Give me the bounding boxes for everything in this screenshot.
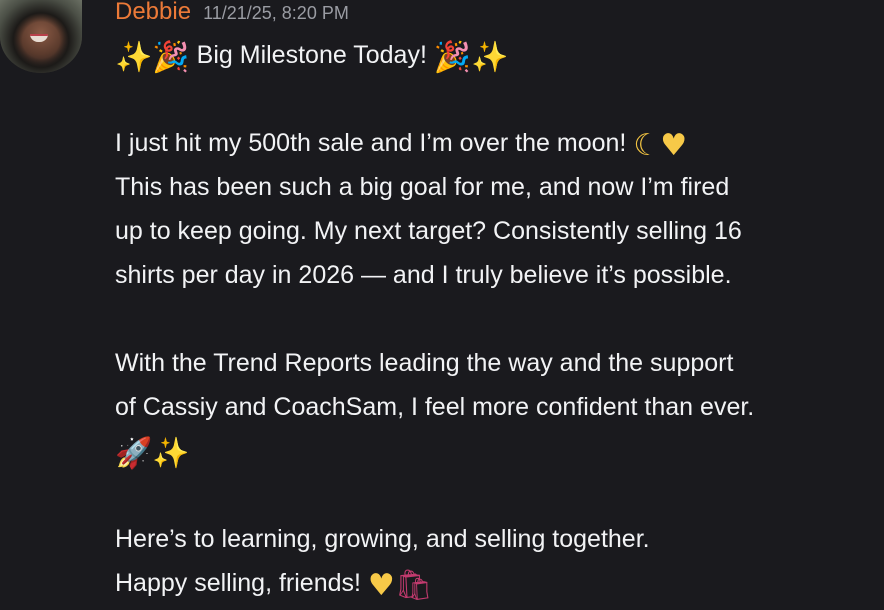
crescent-moon-icon: ☾ xyxy=(633,128,661,163)
message-header: Debbie 11/21/25, 8:20 PM xyxy=(115,0,349,28)
message-text: I just hit my 500th sale and I’m over th… xyxy=(115,129,627,157)
avatar[interactable] xyxy=(0,0,82,73)
message-text: of Cassiy and CoachSam, I feel more conf… xyxy=(115,393,755,421)
yellow-heart-icon: ♥ xyxy=(660,128,688,163)
message-text: up to keep going. My next target? Consis… xyxy=(115,217,742,245)
sparkles-icon: ✨ xyxy=(152,436,190,471)
yellow-heart-icon: ♥ xyxy=(367,568,395,603)
shopping-bags-icon: 🛍 xyxy=(394,568,433,603)
message-line: up to keep going. My next target? Consis… xyxy=(115,209,880,253)
message-title-line: ✨🎉 Big Milestone Today! 🎉✨ xyxy=(115,33,880,77)
message-line: With the Trend Reports leading the way a… xyxy=(115,341,880,385)
message-title: Big Milestone Today! xyxy=(196,41,427,69)
message-line: This has been such a big goal for me, an… xyxy=(115,165,880,209)
sparkles-icon: ✨ xyxy=(115,40,153,75)
message-line: 🚀✨ xyxy=(115,429,880,473)
timestamp[interactable]: 11/21/25, 8:20 PM xyxy=(203,1,349,25)
message-line: of Cassiy and CoachSam, I feel more conf… xyxy=(115,385,880,429)
username[interactable]: Debbie xyxy=(115,0,191,24)
message-text: shirts per day in 2026 — and I truly bel… xyxy=(115,261,732,289)
message-line: shirts per day in 2026 — and I truly bel… xyxy=(115,253,880,297)
message-text: This has been such a big goal for me, an… xyxy=(115,173,730,201)
party-popper-icon: 🎉 xyxy=(152,40,190,75)
message-line: I just hit my 500th sale and I’m over th… xyxy=(115,121,880,165)
message-text: Happy selling, friends! xyxy=(115,569,361,597)
message-text: With the Trend Reports leading the way a… xyxy=(115,349,734,377)
rocket-icon: 🚀 xyxy=(115,436,153,471)
sparkles-icon: ✨ xyxy=(471,40,509,75)
message-text: Here’s to learning, growing, and selling… xyxy=(115,525,650,553)
message-line: Here’s to learning, growing, and selling… xyxy=(115,517,880,561)
message-line: Happy selling, friends! ♥🛍 xyxy=(115,561,880,605)
party-popper-icon: 🎉 xyxy=(433,40,472,75)
message-content: ✨🎉 Big Milestone Today! 🎉✨ I just hit my… xyxy=(115,33,880,605)
